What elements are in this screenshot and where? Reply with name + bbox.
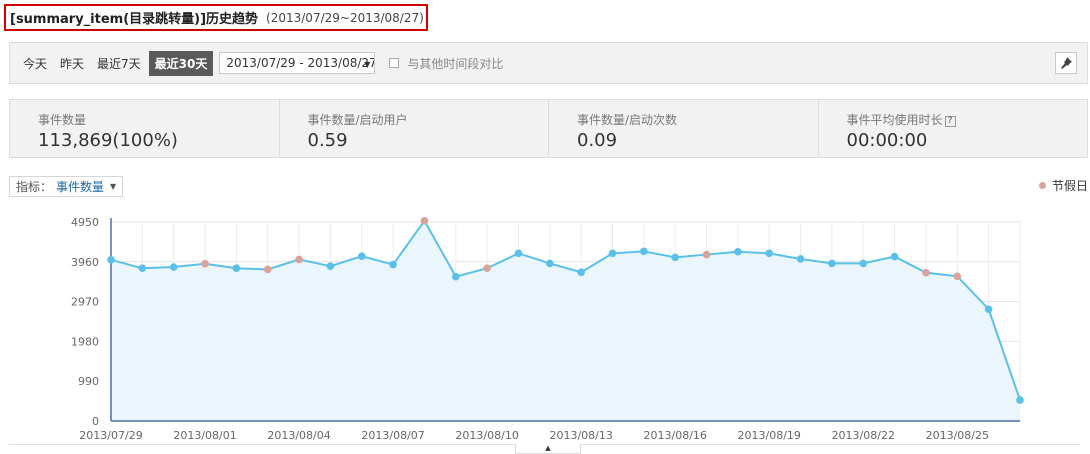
holiday-data-point xyxy=(420,216,429,225)
stat-label: 事件平均使用时长? xyxy=(847,111,1088,128)
summary-stats: 事件数量 113,869(100%) 事件数量/启动用户 0.59 事件数量/启… xyxy=(9,99,1088,158)
holiday-data-point xyxy=(953,272,962,281)
y-tick-label: 0 xyxy=(92,415,99,428)
y-tick-label: 4950 xyxy=(71,216,99,229)
range-7days-button[interactable]: 最近7天 xyxy=(97,55,141,72)
data-point xyxy=(514,249,523,258)
stat-value: 00:00:00 xyxy=(846,130,928,151)
data-point xyxy=(796,255,805,263)
stat-value: 113,869(100%) xyxy=(38,130,178,151)
x-tick-label: 2013/08/25 xyxy=(926,429,989,442)
data-point xyxy=(577,268,585,277)
data-point xyxy=(357,252,366,260)
date-range-value: 2013/07/29 - 2013/08/27 xyxy=(226,56,376,70)
report-title-box: [summary_item(目录跳转量)]历史趋势 (2013/07/29~20… xyxy=(4,4,428,31)
y-tick-label: 3960 xyxy=(71,256,99,269)
stat-value: 0.59 xyxy=(307,130,348,151)
pin-button[interactable] xyxy=(1055,52,1077,74)
x-tick-label: 2013/08/07 xyxy=(361,429,424,442)
page-title: [summary_item(目录跳转量)]历史趋势 xyxy=(10,12,259,27)
data-point xyxy=(859,259,868,268)
data-point xyxy=(640,247,648,256)
holiday-data-point xyxy=(702,250,711,259)
date-range-picker[interactable]: 2013/07/29 - 2013/08/27 ▼ xyxy=(219,52,376,74)
data-point xyxy=(828,259,836,268)
x-tick-label: 2013/08/19 xyxy=(738,429,801,442)
holiday-data-point xyxy=(295,255,303,264)
data-point xyxy=(1016,396,1024,404)
data-point xyxy=(107,255,115,264)
stat-value: 0.09 xyxy=(577,130,618,151)
stat-label-text: 事件平均使用时长 xyxy=(846,113,943,127)
range-yesterday-button[interactable]: 昨天 xyxy=(60,55,84,72)
stat-label: 事件数量/启动次数 xyxy=(577,113,678,127)
range-today-button[interactable]: 今天 xyxy=(23,55,47,72)
stat-events-per-launch: 事件数量/启动次数 0.09 xyxy=(549,100,819,157)
collapse-toggle[interactable]: ▲ xyxy=(515,444,581,454)
metric-selector[interactable]: 指标： 事件数量 ▼ xyxy=(9,176,123,197)
holiday-legend-label: 节假日 xyxy=(1051,179,1088,193)
x-tick-label: 2013/07/29 xyxy=(79,429,142,442)
pin-icon xyxy=(1061,57,1072,69)
data-point xyxy=(232,264,241,273)
data-point xyxy=(984,305,993,314)
help-icon[interactable]: ? xyxy=(944,116,956,127)
title-date-range: (2013/07/29~2013/08/27) xyxy=(266,10,424,25)
range-30days-button[interactable]: 最近30天 xyxy=(148,50,214,76)
date-toolbar: 今天 昨天 最近7天 最近30天 2013/07/29 - 2013/08/27… xyxy=(9,42,1088,84)
trend-chart: 0 990 1980 2970 3960 4950 2013/07/29 2013/08/01… xyxy=(71,216,1024,442)
y-tick-label: 990 xyxy=(78,375,99,388)
data-point xyxy=(765,249,774,258)
holiday-data-point xyxy=(263,265,272,274)
x-tick-label: 2013/08/10 xyxy=(455,429,518,442)
series-area xyxy=(111,220,1020,421)
compare-checkbox[interactable] xyxy=(389,58,400,68)
x-tick-label: 2013/08/13 xyxy=(549,429,612,442)
x-tick-label: 2013/08/16 xyxy=(644,429,707,442)
metric-selector-label: 指标： xyxy=(16,180,53,194)
data-point xyxy=(389,260,397,269)
data-point xyxy=(326,262,335,271)
data-point xyxy=(546,259,554,268)
stat-label: 事件数量 xyxy=(38,113,87,127)
data-point xyxy=(451,272,460,281)
x-tick-label: 2013/08/01 xyxy=(173,429,236,442)
chevron-down-icon: ▼ xyxy=(364,60,371,69)
metric-selector-value: 事件数量 xyxy=(56,180,105,194)
data-point xyxy=(890,252,899,261)
x-tick-label: 2013/08/04 xyxy=(267,429,330,442)
stat-events-per-user: 事件数量/启动用户 0.59 xyxy=(280,100,549,157)
chevron-down-icon: ▼ xyxy=(110,182,117,191)
data-point xyxy=(169,263,178,271)
y-tick-label: 1980 xyxy=(71,335,99,348)
data-point xyxy=(734,247,742,256)
x-tick-label: 2013/08/22 xyxy=(832,429,895,442)
holiday-data-point xyxy=(922,268,930,277)
data-point xyxy=(138,264,147,273)
holiday-data-point xyxy=(201,260,209,268)
holiday-legend-marker xyxy=(1038,182,1046,189)
chart-legend: 节假日 xyxy=(1038,177,1088,194)
data-point xyxy=(671,253,680,262)
y-tick-label: 2970 xyxy=(71,296,99,309)
holiday-data-point xyxy=(483,264,491,273)
stat-avg-duration: 事件平均使用时长? 00:00:00 xyxy=(819,100,1088,157)
stat-event-count: 事件数量 113,869(100%) xyxy=(10,100,280,157)
stat-label: 事件数量/启动用户 xyxy=(307,113,408,127)
data-point xyxy=(608,249,617,258)
compare-label: 与其他时间段对比 xyxy=(407,56,504,71)
